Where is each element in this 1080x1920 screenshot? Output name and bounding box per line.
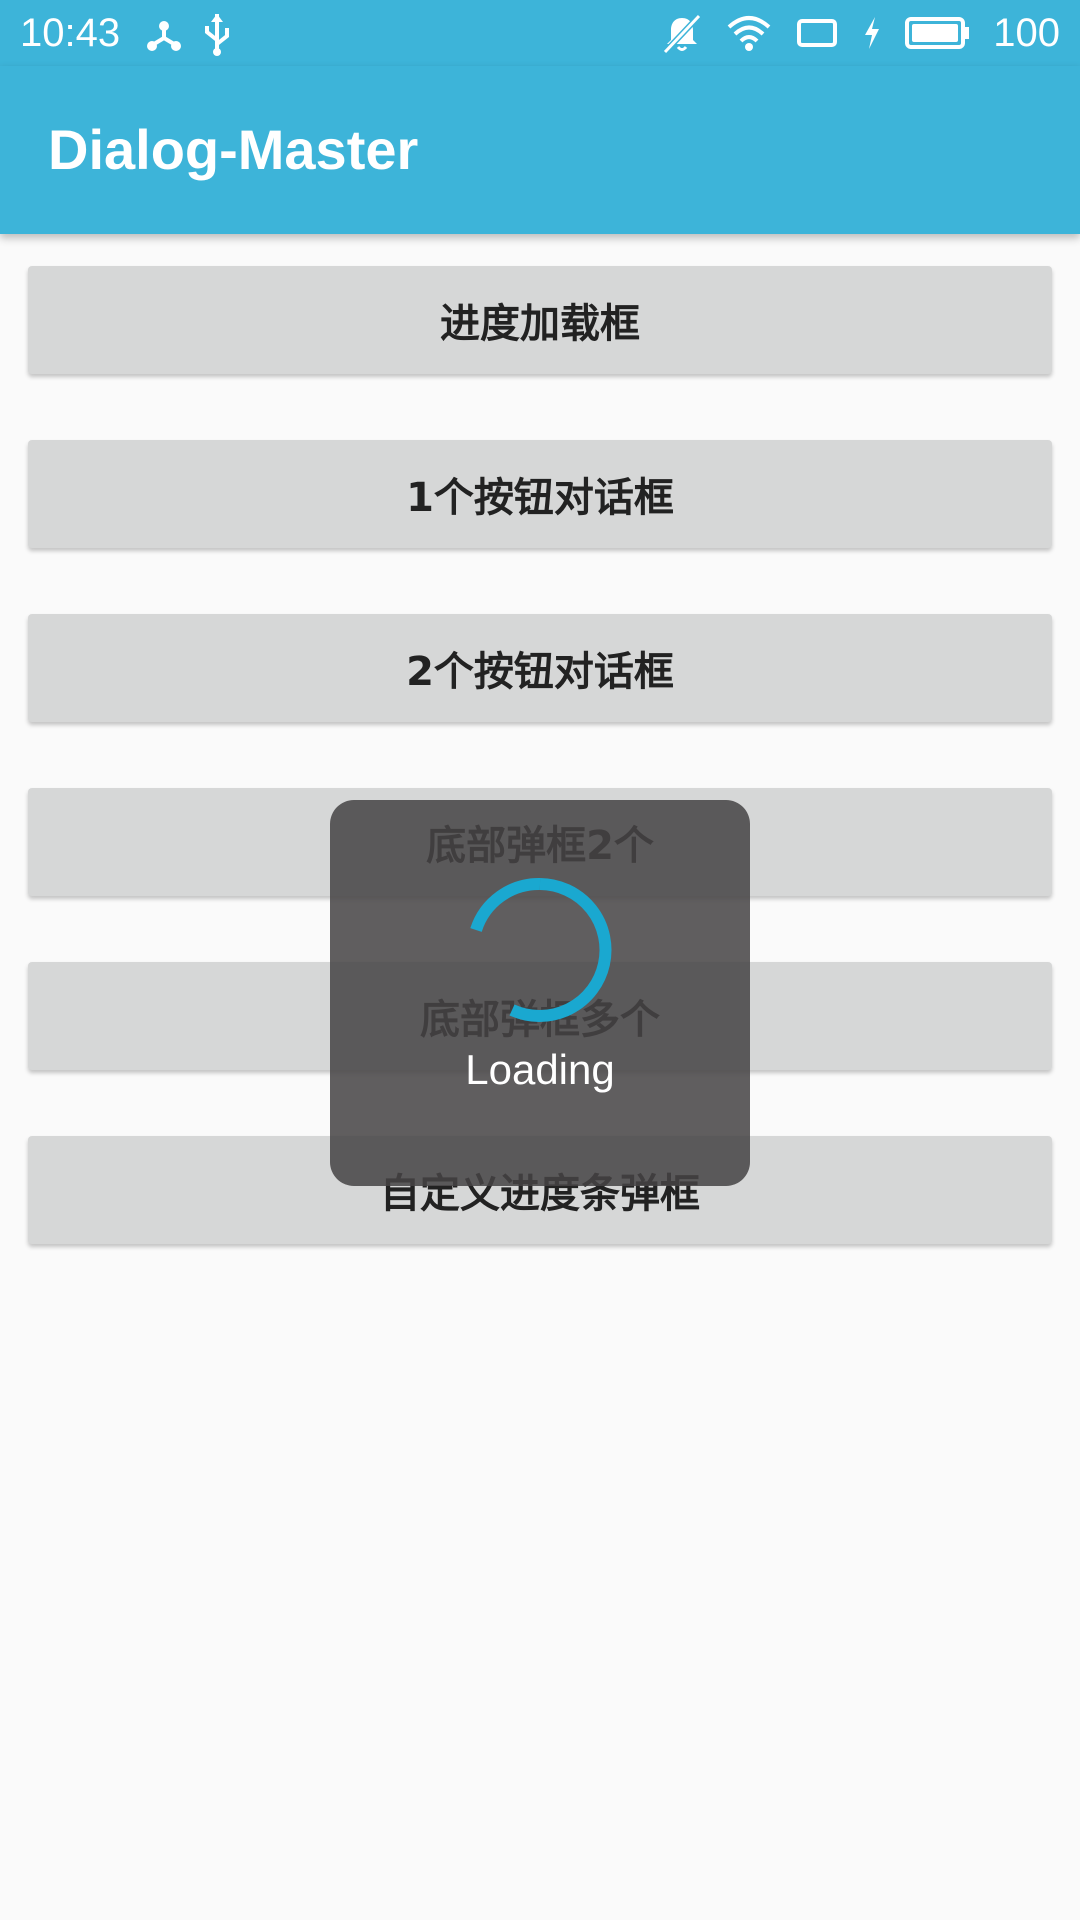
loading-dialog: Loading — [330, 800, 750, 1186]
loading-label: Loading — [465, 1046, 615, 1093]
loading-spinner-icon — [470, 877, 612, 1022]
spinner-arc-tail — [470, 877, 541, 933]
spinner-arc — [509, 878, 612, 1022]
